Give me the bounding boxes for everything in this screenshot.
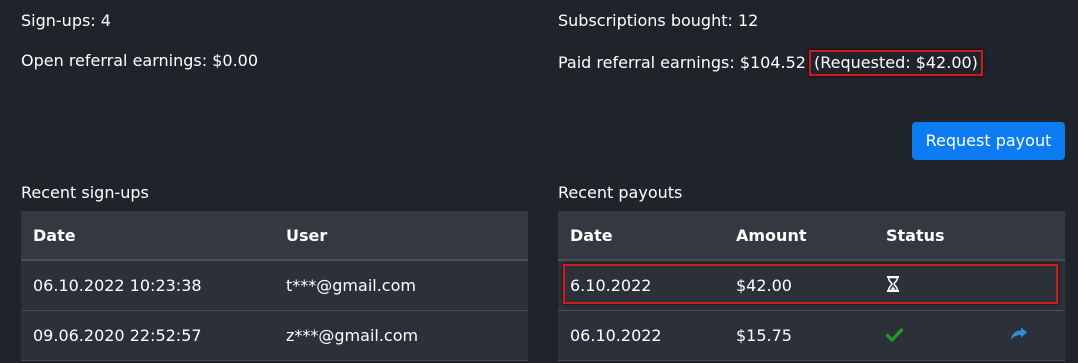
column-header-action [998, 211, 1065, 261]
signup-user: z***@gmail.com [274, 310, 528, 361]
table-header-row: Date Amount Status [558, 211, 1065, 261]
recent-payouts-table: Date Amount Status 6.10.2022 $42.00 06.1… [558, 211, 1065, 361]
column-header-status: Status [874, 211, 998, 261]
table-row: 06.10.2022 10:23:38 t***@gmail.com [21, 260, 528, 311]
hourglass-icon [886, 275, 900, 296]
payout-status [874, 260, 998, 311]
column-header-date: Date [21, 211, 274, 261]
request-payout-button[interactable]: Request payout [912, 122, 1065, 160]
signup-date: 09.06.2020 22:52:57 [21, 310, 274, 361]
requested-amount-highlight: (Requested: $42.00) [808, 50, 983, 76]
payout-amount: $42.00 [724, 260, 874, 311]
signup-user: t***@gmail.com [274, 260, 528, 311]
signups-count: Sign-ups: 4 [21, 11, 111, 30]
column-header-user: User [274, 211, 528, 261]
share-arrow-icon[interactable] [1010, 327, 1028, 346]
payout-action [998, 260, 1065, 311]
paid-referral-earnings: Paid referral earnings: $104.52 [558, 53, 806, 72]
column-header-amount: Amount [724, 211, 874, 261]
payout-status [874, 310, 998, 361]
payout-date: 6.10.2022 [558, 260, 724, 311]
column-header-date: Date [558, 211, 724, 261]
signup-date: 06.10.2022 10:23:38 [21, 260, 274, 311]
table-header-row: Date User [21, 211, 528, 261]
recent-signups-table: Date User 06.10.2022 10:23:38 t***@gmail… [21, 211, 528, 361]
payout-action [998, 310, 1065, 361]
checkmark-icon [885, 327, 904, 346]
recent-payouts-title: Recent payouts [558, 183, 683, 202]
open-referral-earnings: Open referral earnings: $0.00 [21, 51, 259, 70]
table-row: 6.10.2022 $42.00 [558, 260, 1065, 311]
payout-date: 06.10.2022 [558, 310, 724, 361]
recent-signups-title: Recent sign-ups [21, 183, 149, 202]
table-row: 09.06.2020 22:52:57 z***@gmail.com [21, 310, 528, 361]
subscriptions-bought: Subscriptions bought: 12 [558, 11, 759, 30]
payout-amount: $15.75 [724, 310, 874, 361]
table-row: 06.10.2022 $15.75 [558, 310, 1065, 361]
paid-referral-earnings-line: Paid referral earnings: $104.52 (Requeste… [558, 50, 983, 76]
